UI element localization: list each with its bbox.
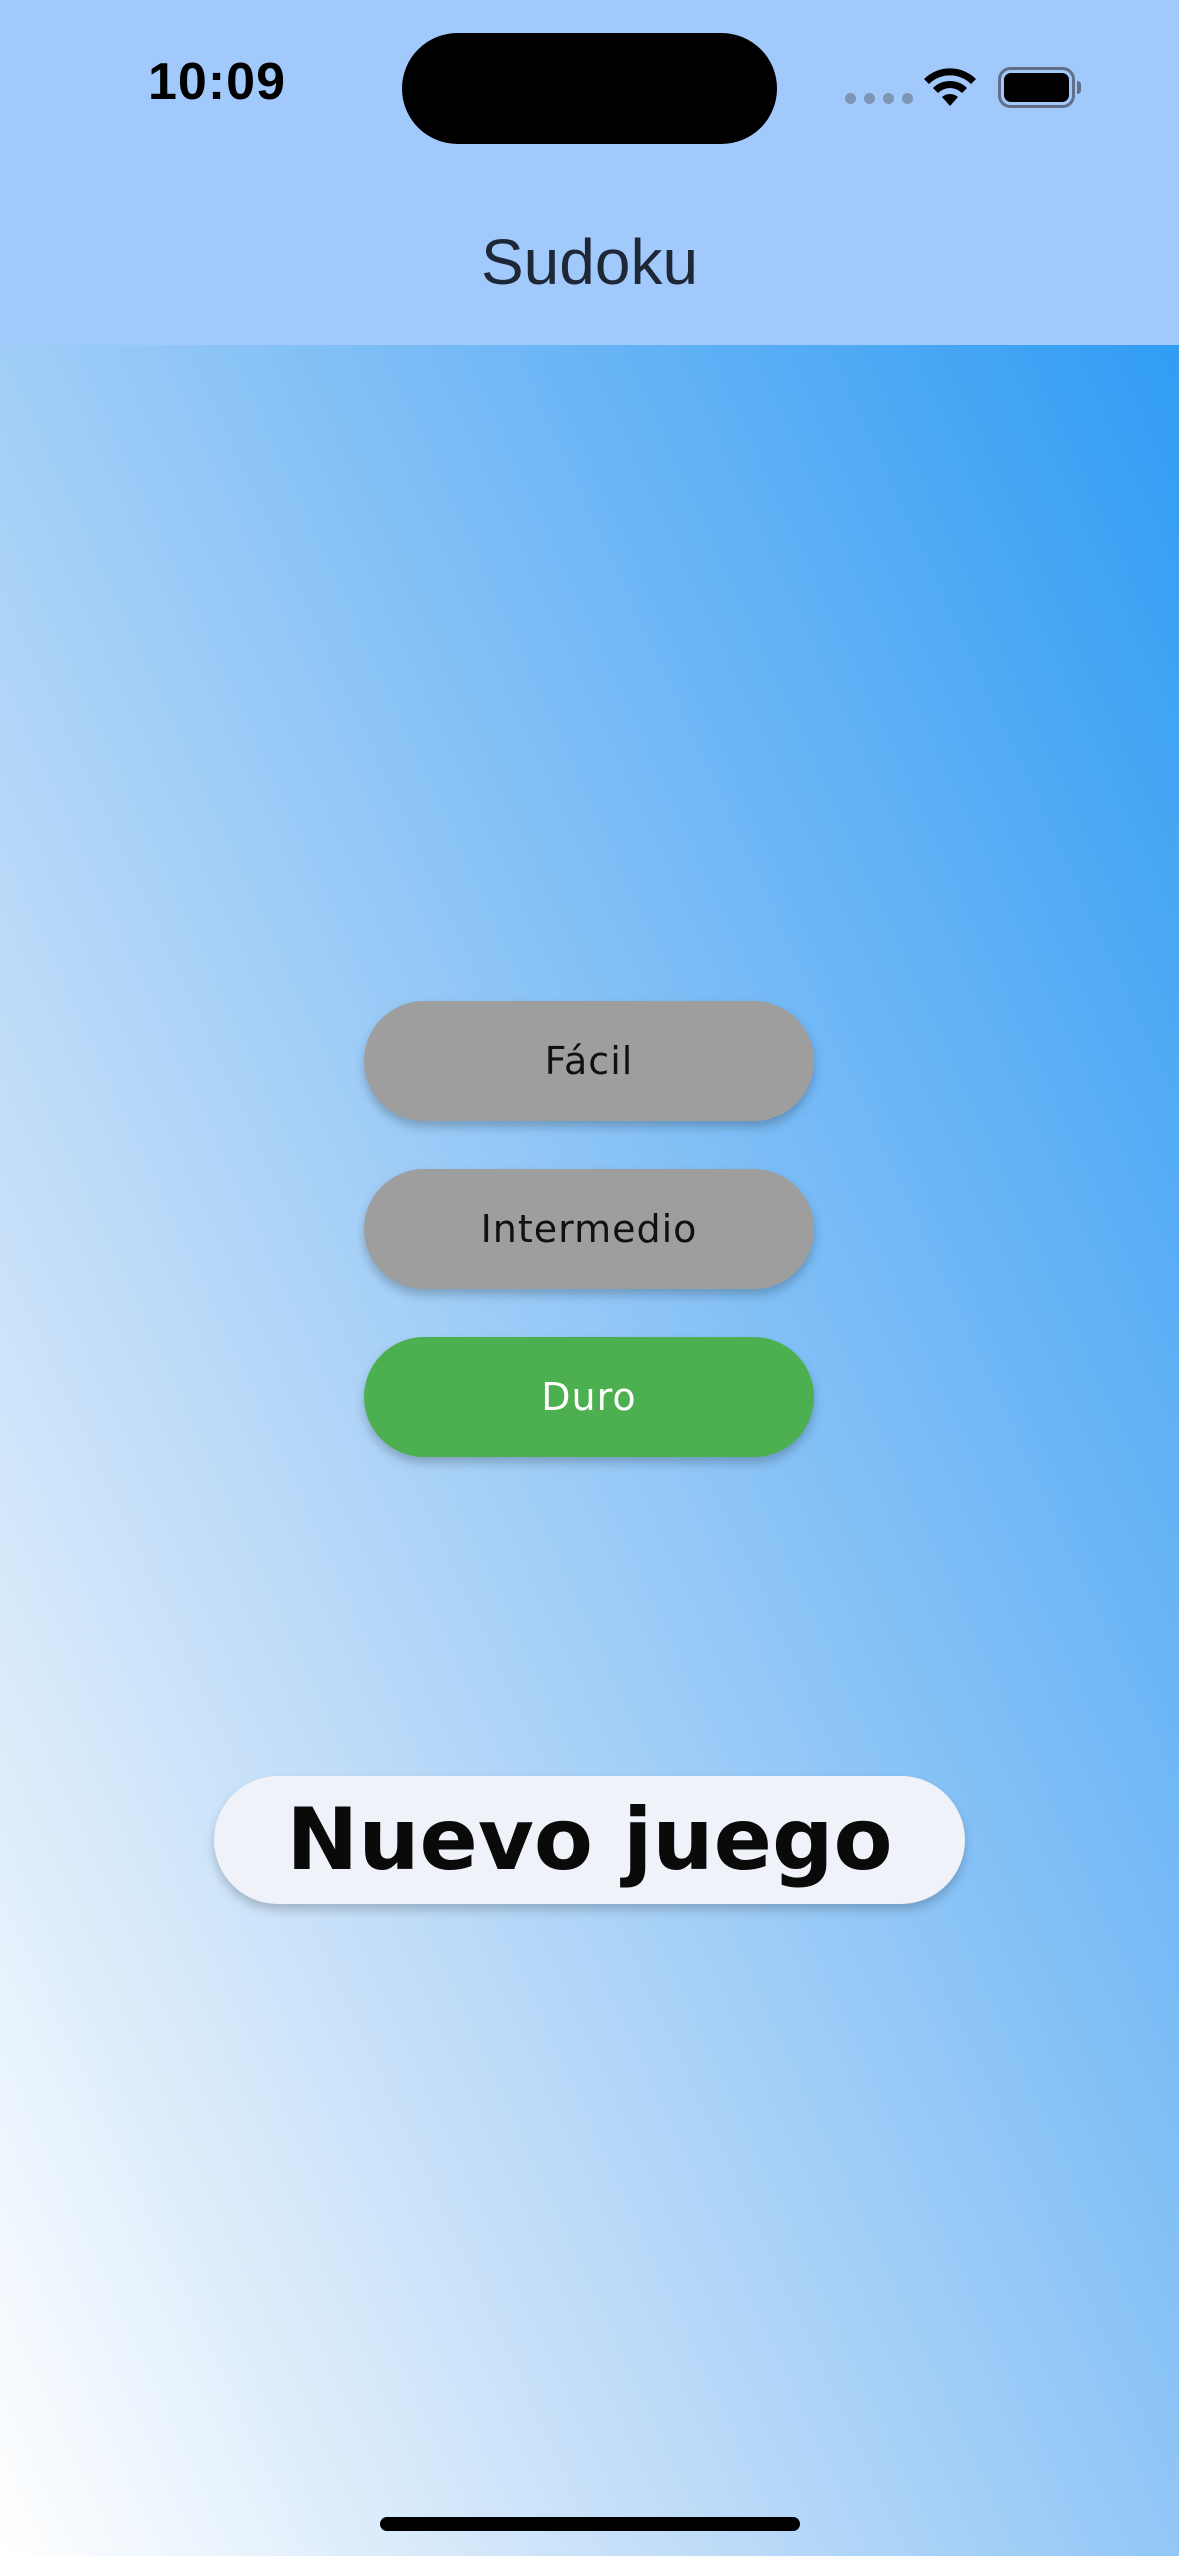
new-game-button[interactable]: Nuevo juego bbox=[214, 1776, 965, 1904]
battery-icon bbox=[998, 67, 1081, 108]
difficulty-button-intermedio[interactable]: Intermedio bbox=[364, 1169, 814, 1289]
page-title: Sudoku bbox=[480, 226, 699, 298]
cellular-signal-icon bbox=[845, 93, 913, 104]
home-indicator[interactable] bbox=[380, 2517, 800, 2531]
app-header: 10:09 Sudoku bbox=[0, 0, 1179, 345]
difficulty-button-facil[interactable]: Fácil bbox=[364, 1001, 814, 1121]
status-bar-time: 10:09 bbox=[148, 53, 286, 111]
difficulty-button-duro[interactable]: Duro bbox=[364, 1337, 814, 1457]
wifi-icon bbox=[924, 68, 976, 106]
dynamic-island bbox=[402, 33, 777, 144]
